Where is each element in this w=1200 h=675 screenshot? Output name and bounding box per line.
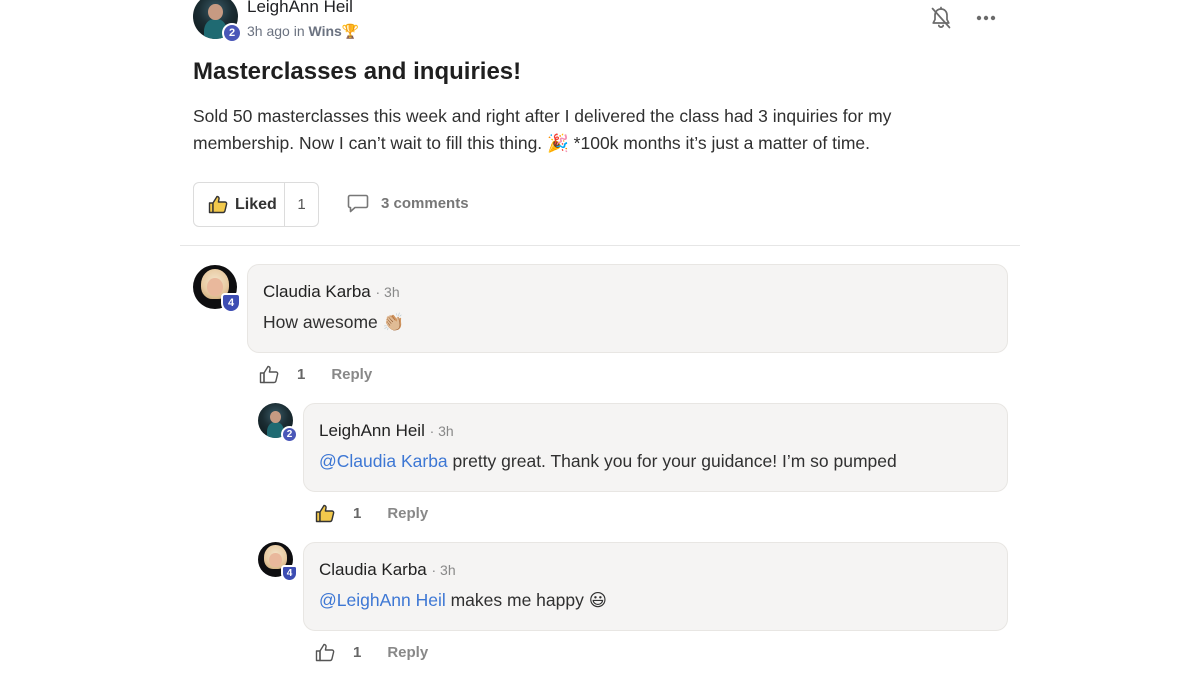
like-button-group: Liked 1 [193, 182, 319, 227]
post-in-label: in [293, 23, 305, 39]
reply-button[interactable]: Reply [387, 644, 428, 661]
comment-mention[interactable]: @LeighAnn Heil [319, 590, 446, 610]
comments-link[interactable]: 3 comments [347, 193, 469, 213]
comment-bubble: Claudia Karba · 3h How awesome 👏🏼 [247, 264, 1008, 353]
comment-avatar[interactable]: 2 [258, 403, 298, 443]
comment-text: @LeighAnn Heil makes me happy 😃 [319, 590, 607, 611]
comment-author: LeighAnn Heil · 3h [319, 421, 454, 441]
like-count[interactable]: 1 [285, 183, 318, 226]
comment-author-name[interactable]: Claudia Karba [319, 560, 427, 579]
reply-button[interactable]: Reply [331, 366, 372, 383]
trophy-icon: 🏆 [341, 23, 360, 39]
post-author-name[interactable]: LeighAnn Heil [247, 0, 353, 17]
comment-icon [347, 194, 369, 213]
comment-body: How awesome 👏🏼 [263, 312, 405, 332]
liked-label: Liked [235, 195, 277, 213]
comment-author: Claudia Karba · 3h [263, 282, 400, 302]
divider [180, 245, 1020, 246]
thumbs-up-icon [208, 195, 228, 214]
comment-author-name[interactable]: Claudia Karba [263, 282, 371, 301]
comment-text: @Claudia Karba pretty great. Thank you f… [319, 451, 897, 472]
comment-avatar[interactable]: 4 [258, 542, 298, 582]
comment-bubble: LeighAnn Heil · 3h @Claudia Karba pretty… [303, 403, 1008, 492]
thumbs-up-icon[interactable] [315, 504, 335, 523]
comment-actions: 1 Reply [315, 504, 428, 523]
level-badge: 2 [281, 426, 298, 443]
comment-time: · 3h [429, 423, 454, 439]
comment-actions: 1 Reply [259, 365, 372, 384]
comment-time: · 3h [431, 562, 456, 578]
reply-button[interactable]: Reply [387, 505, 428, 522]
level-badge: 4 [221, 293, 241, 313]
post-meta: 3h ago in Wins🏆 [247, 23, 359, 40]
comments-count-label: 3 comments [381, 194, 469, 212]
post-time: 3h ago [247, 23, 290, 39]
comment-like-count: 1 [353, 644, 362, 661]
comment-bubble: Claudia Karba · 3h @LeighAnn Heil makes … [303, 542, 1008, 631]
comment-text: How awesome 👏🏼 [263, 312, 404, 333]
post-body: Sold 50 masterclasses this week and righ… [193, 106, 892, 153]
comment-like-count: 1 [353, 505, 362, 522]
level-badge: 4 [281, 565, 298, 582]
thumbs-up-icon[interactable] [259, 365, 279, 384]
post-author-avatar[interactable]: 2 [193, 0, 242, 43]
comment-avatar[interactable]: 4 [193, 265, 241, 313]
post-title: Masterclasses and inquiries! [193, 58, 522, 85]
comment-author: Claudia Karba · 3h [319, 560, 456, 580]
level-badge: 2 [222, 23, 242, 43]
thumbs-up-icon[interactable] [315, 643, 335, 662]
post-category[interactable]: Wins [309, 23, 342, 39]
comment-mention[interactable]: @Claudia Karba [319, 451, 448, 471]
comment-body: pretty great. Thank you for your guidanc… [447, 451, 897, 471]
bell-off-icon[interactable] [930, 6, 952, 30]
more-horizontal-icon[interactable] [975, 8, 997, 28]
comment-like-count: 1 [297, 366, 306, 383]
liked-button[interactable]: Liked [194, 183, 285, 226]
comment-author-name[interactable]: LeighAnn Heil [319, 421, 425, 440]
comment-body: makes me happy 😃 [445, 590, 607, 610]
comment-actions: 1 Reply [315, 643, 428, 662]
comment-time: · 3h [375, 284, 400, 300]
